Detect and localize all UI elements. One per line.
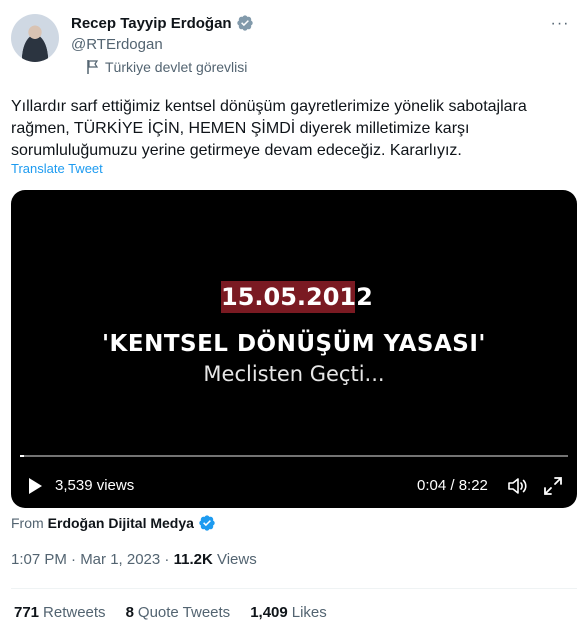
video-date-overlay: 15.05.2012 bbox=[221, 281, 373, 313]
video-player[interactable]: 15.05.2012 'KENTSEL DÖNÜŞÜM YASASI' Mecl… bbox=[11, 190, 577, 508]
tweet-stats: 771 Retweets 8 Quote Tweets 1,409 Likes bbox=[14, 604, 327, 621]
volume-icon[interactable] bbox=[507, 476, 529, 496]
source-prefix: From bbox=[11, 515, 44, 531]
tweet-views-label: Views bbox=[216, 551, 257, 568]
tweet-header: Recep Tayyip Erdoğan @RTErdogan Türkiye … bbox=[11, 12, 573, 82]
government-label: Türkiye devlet görevlisi bbox=[87, 59, 247, 75]
government-label-text: Türkiye devlet görevlisi bbox=[105, 59, 248, 75]
likes-label: Likes bbox=[291, 604, 327, 621]
verified-badge-icon bbox=[236, 15, 253, 31]
tweet-meta: 1:07 PM · Mar 1, 2023 · 11.2K Views bbox=[11, 551, 257, 568]
author-name-row: Recep Tayyip Erdoğan bbox=[71, 14, 254, 32]
translate-tweet-link[interactable]: Translate Tweet bbox=[11, 161, 103, 176]
more-options-icon[interactable]: ··· bbox=[549, 16, 571, 38]
tweet-text: Yıllardır sarf ettiğimiz kentsel dönüşüm… bbox=[11, 98, 527, 159]
verified-badge-icon bbox=[199, 515, 215, 531]
fullscreen-icon[interactable] bbox=[543, 476, 563, 496]
quote-tweets-count: 8 bbox=[125, 604, 134, 621]
likes-count: 1,409 bbox=[250, 604, 288, 621]
divider bbox=[11, 588, 577, 589]
video-source: From Erdoğan Dijital Medya bbox=[11, 514, 216, 532]
video-time: 0:04 / 8:22 bbox=[417, 477, 488, 494]
likes-stat[interactable]: 1,409 Likes bbox=[250, 604, 327, 621]
author-handle[interactable]: @RTErdogan bbox=[71, 36, 163, 53]
quote-tweets-label: Quote Tweets bbox=[137, 604, 231, 621]
video-progress-bar[interactable] bbox=[20, 455, 568, 457]
video-title-overlay: 'KENTSEL DÖNÜŞÜM YASASI' bbox=[102, 331, 486, 357]
retweets-label: Retweets bbox=[43, 604, 106, 621]
tweet-datetime[interactable]: 1:07 PM · Mar 1, 2023 bbox=[11, 551, 160, 568]
tweet-views-count: 11.2K bbox=[173, 551, 213, 568]
flag-icon bbox=[87, 60, 99, 74]
video-view-count: 3,539 views bbox=[55, 477, 135, 494]
quote-tweets-stat[interactable]: 8 Quote Tweets bbox=[126, 604, 231, 621]
avatar[interactable] bbox=[11, 14, 59, 62]
play-icon[interactable] bbox=[26, 477, 44, 495]
author-name[interactable]: Recep Tayyip Erdoğan bbox=[71, 15, 232, 32]
video-progress-fill bbox=[20, 455, 25, 457]
video-subtitle-overlay: Meclisten Geçti... bbox=[203, 362, 385, 386]
retweets-count: 771 bbox=[14, 604, 40, 621]
retweets-stat[interactable]: 771 Retweets bbox=[14, 604, 106, 621]
source-name-link[interactable]: Erdoğan Dijital Medya bbox=[48, 515, 194, 531]
